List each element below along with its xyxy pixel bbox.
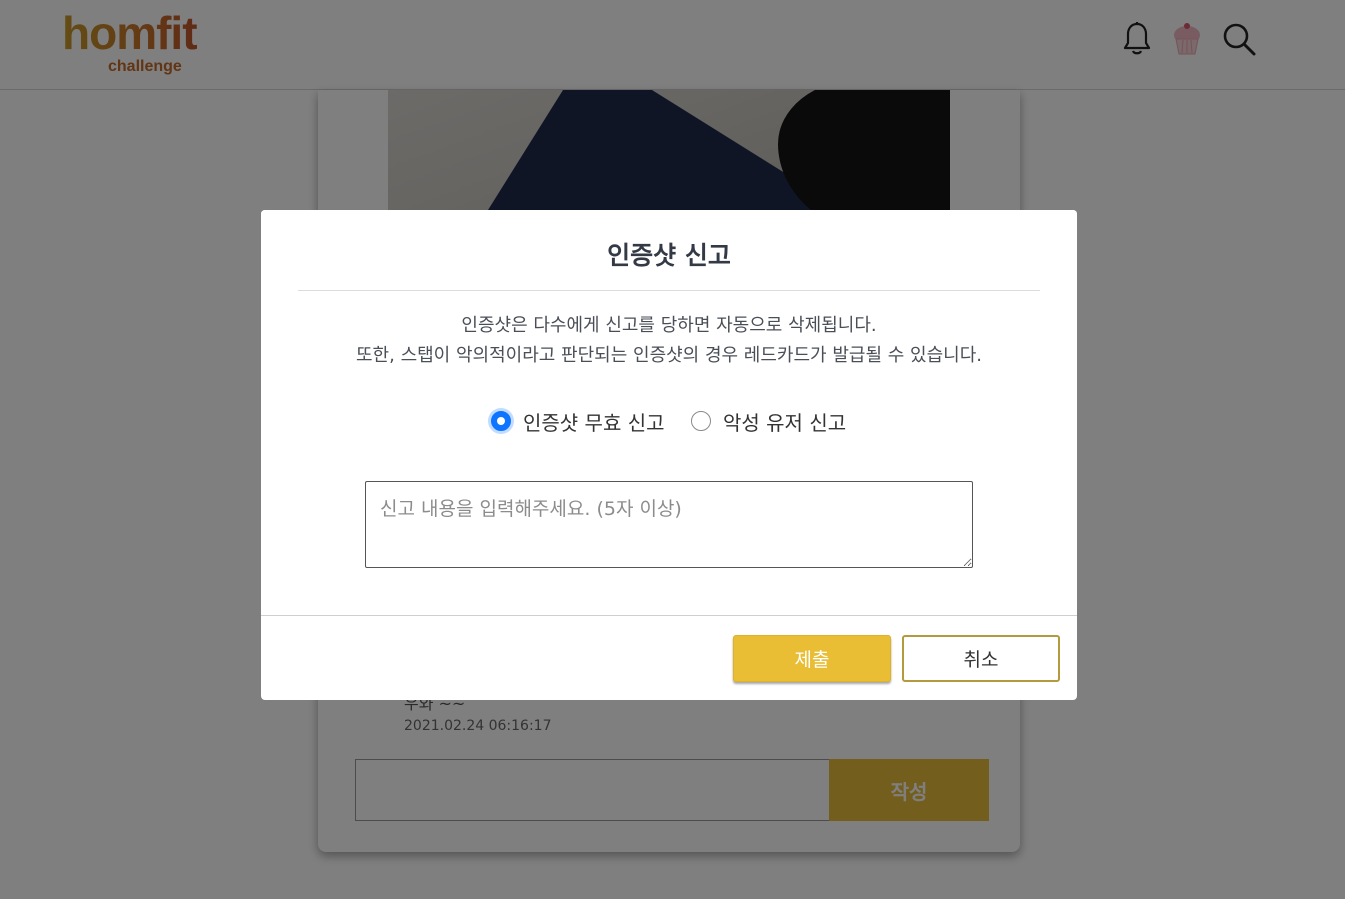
description-line-2: 또한, 스탭이 악의적이라고 판단되는 인증샷의 경우 레드카드가 발급될 수 …: [356, 345, 982, 366]
modal-description: 인증샷은 다수에게 신고를 당하면 자동으로 삭제됩니다. 또한, 스탭이 악의…: [261, 311, 1077, 371]
report-modal: 인증샷 신고 인증샷은 다수에게 신고를 당하면 자동으로 삭제됩니다. 또한,…: [261, 210, 1077, 700]
report-type-radio-group: 인증샷 무효 신고 악성 유저 신고: [261, 406, 1077, 436]
radio-label: 인증샷 무효 신고: [523, 410, 665, 435]
title-divider: [298, 290, 1040, 291]
radio-button-checked[interactable]: [491, 411, 511, 431]
modal-title: 인증샷 신고: [607, 241, 731, 270]
cancel-button[interactable]: 취소: [902, 635, 1060, 682]
submit-button[interactable]: 제출: [733, 635, 891, 682]
radio-button-unchecked[interactable]: [691, 411, 711, 431]
report-modal-body: 인증샷 신고 인증샷은 다수에게 신고를 당하면 자동으로 삭제됩니다. 또한,…: [261, 210, 1077, 616]
radio-label: 악성 유저 신고: [723, 410, 847, 435]
radio-malicious-user[interactable]: 악성 유저 신고: [691, 406, 846, 436]
description-line-1: 인증샷은 다수에게 신고를 당하면 자동으로 삭제됩니다.: [461, 315, 877, 336]
radio-invalid-shot[interactable]: 인증샷 무효 신고: [491, 406, 665, 436]
page: homfit challenge: [0, 0, 1345, 899]
report-reason-textarea[interactable]: [365, 481, 973, 568]
